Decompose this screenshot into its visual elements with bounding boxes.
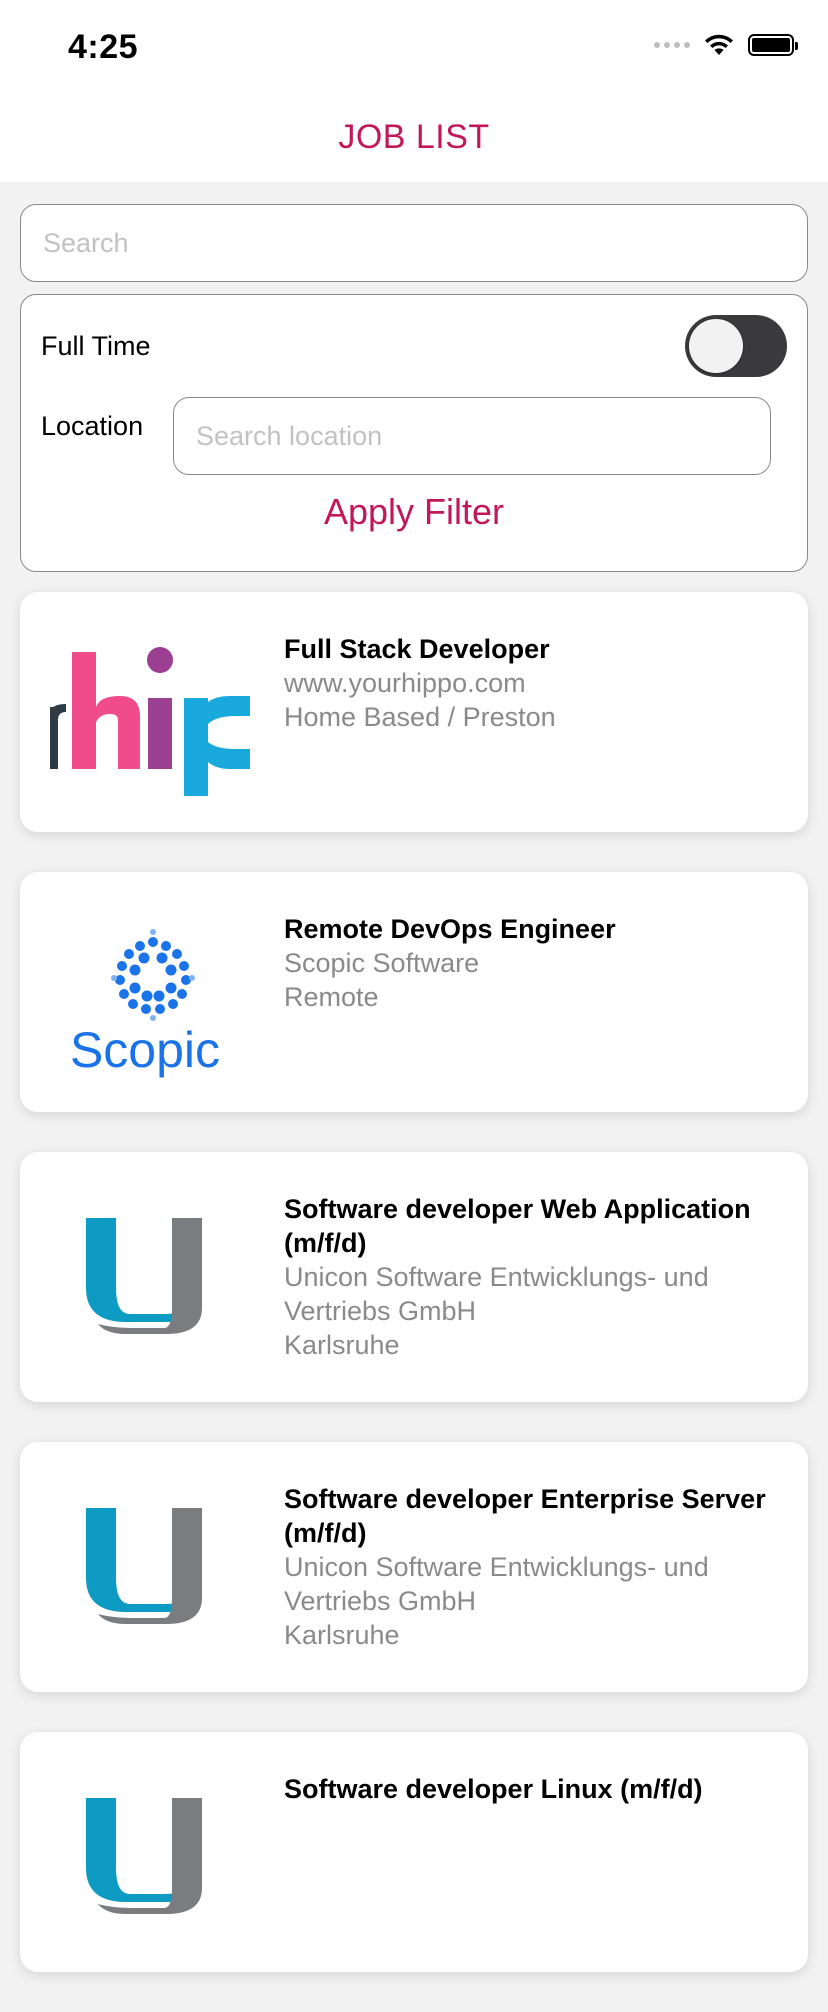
hippo-logo — [40, 612, 250, 812]
job-card[interactable]: Scopic Remote DevOps Engineer Scopic Sof… — [20, 872, 808, 1112]
scopic-logo: Scopic — [40, 892, 250, 1092]
job-card[interactable]: Software developer Web Application (m/f/… — [20, 1152, 808, 1402]
scopic-logo-text: Scopic — [70, 1022, 220, 1078]
job-company: Unicon Software Entwicklungs- und Vertri… — [284, 1262, 709, 1326]
filter-panel: Full Time Location Apply Filter — [20, 294, 808, 572]
location-label: Location — [41, 411, 144, 441]
search-field[interactable] — [20, 204, 808, 282]
job-card[interactable]: Software developer Linux (m/f/d) — [20, 1732, 808, 1972]
search-input[interactable] — [41, 226, 787, 260]
unicon-logo — [40, 1752, 250, 1952]
job-location: Home Based / Preston — [284, 702, 556, 732]
job-company: Unicon Software Entwicklungs- und Vertri… — [284, 1552, 709, 1616]
location-input[interactable] — [194, 419, 750, 453]
job-title: Full Stack Developer — [284, 634, 550, 664]
toggle-knob — [689, 319, 743, 373]
cellular-signal-icon — [654, 42, 690, 48]
full-time-label: Full Time — [41, 331, 151, 361]
top-bar: 4:25 JOB LIST — [0, 0, 828, 182]
job-location: Karlsruhe — [284, 1330, 400, 1360]
job-company: Scopic Software — [284, 948, 480, 978]
job-location: Remote — [284, 982, 379, 1012]
page-title: JOB LIST — [338, 118, 490, 156]
job-location: Karlsruhe — [284, 1620, 400, 1650]
battery-icon — [748, 34, 798, 56]
job-company: www.yourhippo.com — [284, 668, 526, 698]
location-field[interactable] — [173, 397, 771, 475]
apply-filter-button[interactable]: Apply Filter — [21, 491, 807, 533]
full-time-toggle[interactable] — [685, 315, 787, 377]
status-indicators — [654, 34, 798, 56]
unicon-logo — [40, 1172, 250, 1372]
status-time: 4:25 — [68, 28, 139, 66]
job-title: Software developer Enterprise Server (m/… — [284, 1484, 766, 1548]
job-title: Remote DevOps Engineer — [284, 914, 616, 944]
job-list: Full Stack Developer www.yourhippo.com H… — [20, 592, 808, 2012]
job-title: Software developer Linux (m/f/d) — [284, 1774, 703, 1804]
job-card[interactable]: Software developer Enterprise Server (m/… — [20, 1442, 808, 1692]
wifi-icon — [704, 34, 734, 56]
job-card[interactable]: Full Stack Developer www.yourhippo.com H… — [20, 592, 808, 832]
unicon-logo — [40, 1462, 250, 1662]
job-title: Software developer Web Application (m/f/… — [284, 1194, 751, 1258]
